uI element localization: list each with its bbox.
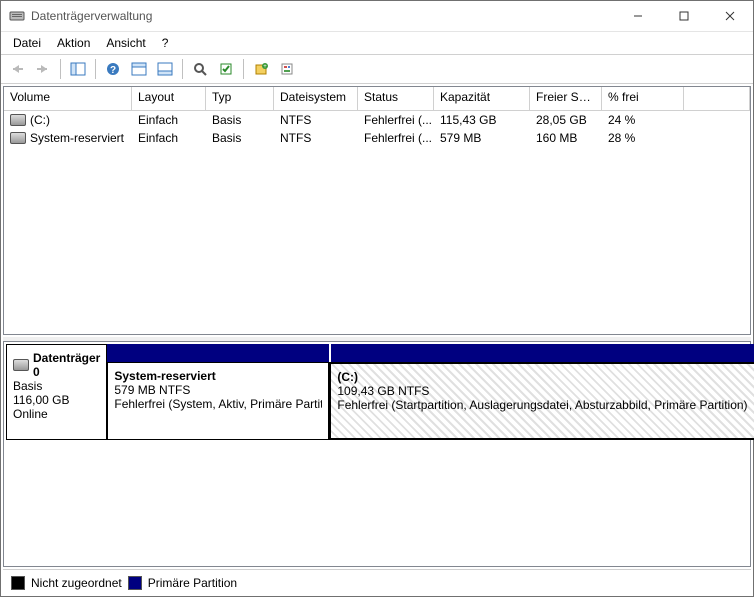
col-pct[interactable]: % frei (602, 87, 684, 110)
legend-label-primary: Primäre Partition (148, 576, 237, 590)
partition-size: 579 MB NTFS (114, 383, 322, 397)
toolbar-separator (95, 59, 96, 79)
volume-pct: 28 % (602, 130, 684, 146)
disk-state: Online (13, 407, 100, 421)
close-button[interactable] (707, 1, 753, 31)
volume-columns-header: Volume Layout Typ Dateisystem Status Kap… (4, 87, 750, 111)
volume-rows: (C:) Einfach Basis NTFS Fehlerfrei (... … (4, 111, 750, 334)
volume-row[interactable]: (C:) Einfach Basis NTFS Fehlerfrei (... … (4, 111, 750, 129)
window-title: Datenträgerverwaltung (31, 9, 615, 23)
partition-size: 109,43 GB NTFS (337, 384, 747, 398)
partition-box-c[interactable]: (C:) 109,43 GB NTFS Fehlerfrei (Startpar… (329, 362, 754, 440)
show-hide-tree-button[interactable] (66, 57, 90, 81)
col-volume[interactable]: Volume (4, 87, 132, 110)
volume-capacity: 115,43 GB (434, 112, 530, 128)
legend-label-unallocated: Nicht zugeordnet (31, 576, 122, 590)
disk-label: Datenträger 0 (33, 351, 100, 379)
volume-free: 160 MB (530, 130, 602, 146)
col-spacer (684, 87, 750, 110)
col-status[interactable]: Status (358, 87, 434, 110)
volume-fs: NTFS (274, 130, 358, 146)
svg-text:?: ? (110, 65, 116, 76)
menu-file[interactable]: Datei (5, 34, 49, 52)
disk-size: 116,00 GB (13, 393, 100, 407)
forward-button (31, 57, 55, 81)
content-area: Volume Layout Typ Dateisystem Status Kap… (1, 84, 753, 596)
partition-status: Fehlerfrei (System, Aktiv, Primäre Parti… (114, 397, 322, 411)
menubar: Datei Aktion Ansicht ? (1, 32, 753, 55)
disk-row: Datenträger 0 Basis 116,00 GB Online Sys… (6, 344, 748, 440)
volume-free: 28,05 GB (530, 112, 602, 128)
action1-button[interactable]: + (249, 57, 273, 81)
titlebar: Datenträgerverwaltung (1, 1, 753, 32)
menu-view[interactable]: Ansicht (98, 34, 153, 52)
partition-header-seg (331, 344, 754, 362)
disk-pane-empty (4, 442, 750, 566)
volume-type: Basis (206, 112, 274, 128)
svg-text:+: + (263, 64, 267, 70)
disk-info[interactable]: Datenträger 0 Basis 116,00 GB Online (6, 344, 107, 440)
menu-action[interactable]: Aktion (49, 34, 98, 52)
partition-name: (C:) (337, 370, 747, 384)
rescan-button[interactable] (214, 57, 238, 81)
maximize-button[interactable] (661, 1, 707, 31)
toolbar-separator (182, 59, 183, 79)
partition-box-system-reserved[interactable]: System-reserviert 579 MB NTFS Fehlerfrei… (107, 362, 329, 440)
toolbar-separator (243, 59, 244, 79)
minimize-button[interactable] (615, 1, 661, 31)
volume-name: System-reserviert (30, 131, 124, 145)
col-layout[interactable]: Layout (132, 87, 206, 110)
action2-button[interactable] (275, 57, 299, 81)
partitions-container: System-reserviert 579 MB NTFS Fehlerfrei… (107, 344, 754, 440)
toolbar-separator (60, 59, 61, 79)
volume-row[interactable]: System-reserviert Einfach Basis NTFS Feh… (4, 129, 750, 147)
disk-icon (13, 359, 29, 371)
volume-list-pane: Volume Layout Typ Dateisystem Status Kap… (3, 86, 751, 335)
col-free[interactable]: Freier Sp... (530, 87, 602, 110)
legend-swatch-unallocated (11, 576, 25, 590)
volume-status: Fehlerfrei (... (358, 130, 434, 146)
volume-name: (C:) (30, 113, 50, 127)
volume-status: Fehlerfrei (... (358, 112, 434, 128)
volume-layout: Einfach (132, 112, 206, 128)
settings-top-button[interactable] (127, 57, 151, 81)
partition-header-seg (107, 344, 331, 362)
volume-layout: Einfach (132, 130, 206, 146)
volume-capacity: 579 MB (434, 130, 530, 146)
partition-status: Fehlerfrei (Startpartition, Auslagerungs… (337, 398, 747, 412)
legend: Nicht zugeordnet Primäre Partition (3, 569, 751, 596)
help-button[interactable]: ? (101, 57, 125, 81)
refresh-button[interactable] (188, 57, 212, 81)
volume-icon (10, 114, 26, 126)
partition-body: System-reserviert 579 MB NTFS Fehlerfrei… (107, 362, 754, 440)
volume-icon (10, 132, 26, 144)
volume-type: Basis (206, 130, 274, 146)
settings-bottom-button[interactable] (153, 57, 177, 81)
back-button (5, 57, 29, 81)
col-type[interactable]: Typ (206, 87, 274, 110)
col-filesystem[interactable]: Dateisystem (274, 87, 358, 110)
disk-graphical-pane: Datenträger 0 Basis 116,00 GB Online Sys… (3, 341, 751, 567)
volume-fs: NTFS (274, 112, 358, 128)
menu-help[interactable]: ? (154, 34, 177, 52)
volume-pct: 24 % (602, 112, 684, 128)
toolbar: ? + (1, 55, 753, 84)
legend-swatch-primary (128, 576, 142, 590)
col-capacity[interactable]: Kapazität (434, 87, 530, 110)
app-icon (9, 8, 25, 24)
partition-name: System-reserviert (114, 369, 322, 383)
disk-type: Basis (13, 379, 100, 393)
partition-header-bar (107, 344, 754, 362)
disk-management-window: Datenträgerverwaltung Datei Aktion Ansic… (0, 0, 754, 597)
